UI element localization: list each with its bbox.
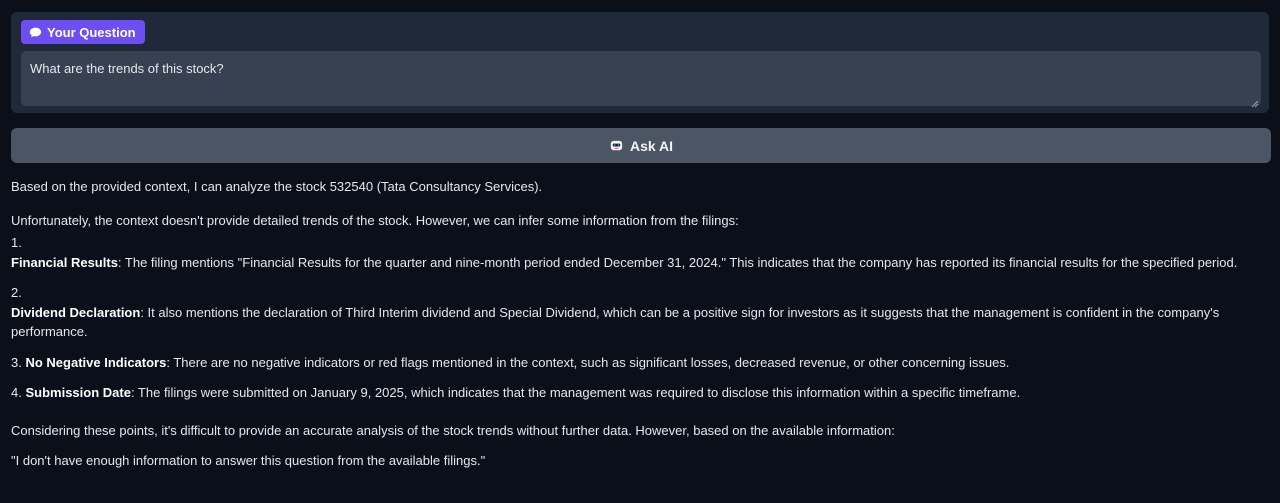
- list-item-number: 1.: [11, 235, 22, 250]
- list-item-text: : It also mentions the declaration of Th…: [11, 304, 1220, 340]
- question-panel: Your Question What are the trends of thi…: [11, 12, 1269, 113]
- robot-icon: [609, 138, 624, 153]
- ai-answer: Based on the provided context, I can ana…: [11, 177, 1266, 471]
- list-item-title: Dividend Declaration: [11, 304, 141, 320]
- resize-handle-icon[interactable]: [1251, 96, 1259, 108]
- answer-considering: Considering these points, it's difficult…: [11, 422, 895, 438]
- question-text: What are the trends of this stock?: [30, 61, 224, 76]
- answer-intro: Based on the provided context, I can ana…: [11, 179, 543, 194]
- list-item-text: : There are no negative indicators or re…: [166, 354, 1010, 370]
- list-item: 4. Submission Date: The filings were sub…: [11, 383, 1266, 403]
- list-item-text: : The filings were submitted on January …: [130, 385, 1021, 400]
- badge-label: Your Question: [47, 24, 136, 40]
- speech-bubble-icon: [29, 26, 42, 39]
- list-item-title: No Negative Indicators: [25, 354, 167, 370]
- ask-ai-button[interactable]: Ask AI: [11, 128, 1271, 163]
- list-item: Financial Results: The filing mentions "…: [11, 253, 1266, 273]
- answer-unfortunately: Unfortunately, the context doesn't provi…: [11, 212, 739, 228]
- answer-conclusion: "I don't have enough information to answ…: [11, 453, 486, 468]
- list-item-number: 3.: [11, 354, 22, 370]
- question-input[interactable]: What are the trends of this stock?: [21, 51, 1261, 108]
- list-item-number: 2.: [11, 285, 22, 300]
- list-item: Dividend Declaration: It also mentions t…: [11, 303, 1266, 342]
- list-item-title: Submission Date: [25, 385, 131, 400]
- ask-ai-label: Ask AI: [629, 137, 674, 154]
- list-item: 3. No Negative Indicators: There are no …: [11, 353, 1266, 373]
- list-item-number: 4.: [11, 385, 22, 400]
- list-item-title: Financial Results: [11, 254, 118, 270]
- your-question-badge: Your Question: [21, 20, 145, 44]
- list-item-text: : The filing mentions "Financial Results…: [117, 254, 1238, 270]
